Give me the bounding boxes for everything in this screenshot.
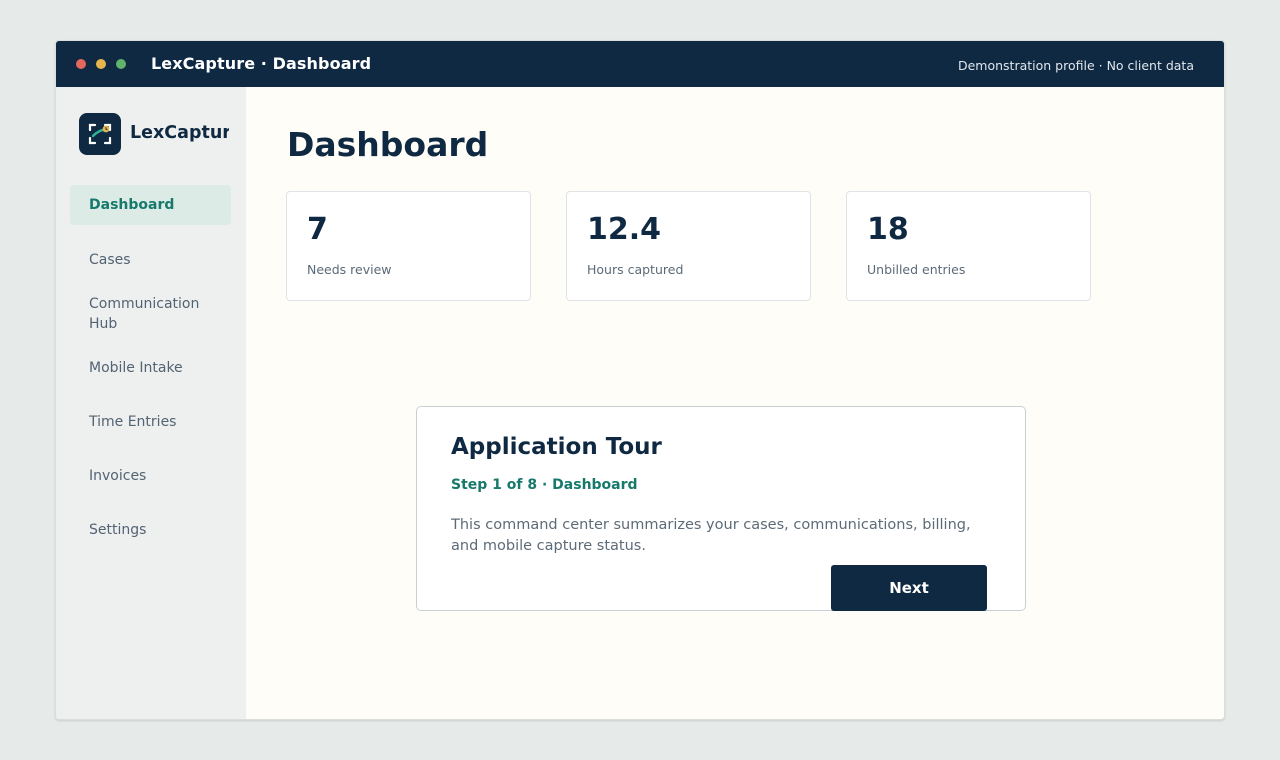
stat-value: 18 xyxy=(867,212,909,247)
sidebar-item-dashboard[interactable]: Dashboard xyxy=(70,185,231,225)
stat-label: Hours captured xyxy=(587,262,684,277)
stat-card-hours-captured[interactable]: 12.4 Hours captured xyxy=(566,191,811,301)
sidebar-item-invoices[interactable]: Invoices xyxy=(70,466,231,486)
page-title: Dashboard xyxy=(287,125,489,164)
tour-dialog: Application Tour Step 1 of 8 · Dashboard… xyxy=(416,406,1026,611)
maximize-window-button[interactable] xyxy=(116,59,126,69)
window-title: LexCapture · Dashboard xyxy=(151,54,372,73)
profile-note: Demonstration profile · No client data xyxy=(957,58,1194,73)
stat-label: Needs review xyxy=(307,262,392,277)
close-window-button[interactable] xyxy=(76,59,86,69)
sidebar-item-cases[interactable]: Cases xyxy=(70,250,231,270)
sidebar: LexCapture Dashboard Cases Communication… xyxy=(56,87,246,719)
title-bar: LexCapture · Dashboard Demonstration pro… xyxy=(56,41,1224,87)
main-content: Dashboard 7 Needs review 12.4 Hours capt… xyxy=(246,87,1224,719)
minimize-window-button[interactable] xyxy=(96,59,106,69)
stat-value: 7 xyxy=(307,212,328,247)
stat-label: Unbilled entries xyxy=(867,262,966,277)
tour-description: This command center summarizes your case… xyxy=(451,517,971,554)
stat-card-unbilled-entries[interactable]: 18 Unbilled entries xyxy=(846,191,1091,301)
sidebar-item-settings[interactable]: Settings xyxy=(70,520,231,540)
sidebar-item-mobile-intake[interactable]: Mobile Intake xyxy=(70,358,231,378)
tour-title: Application Tour xyxy=(451,434,662,460)
stat-card-needs-review[interactable]: 7 Needs review xyxy=(286,191,531,301)
stat-value: 12.4 xyxy=(587,212,662,247)
sidebar-item-time-entries[interactable]: Time Entries xyxy=(70,412,231,432)
next-button[interactable]: Next xyxy=(831,565,987,611)
app-window: LexCapture · Dashboard Demonstration pro… xyxy=(55,40,1225,720)
tour-step-indicator: Step 1 of 8 · Dashboard xyxy=(451,477,638,493)
brand-name: LexCapture xyxy=(130,123,229,143)
capture-frame-icon xyxy=(79,113,121,155)
sidebar-item-communication-hub[interactable]: Communication Hub xyxy=(70,294,220,334)
